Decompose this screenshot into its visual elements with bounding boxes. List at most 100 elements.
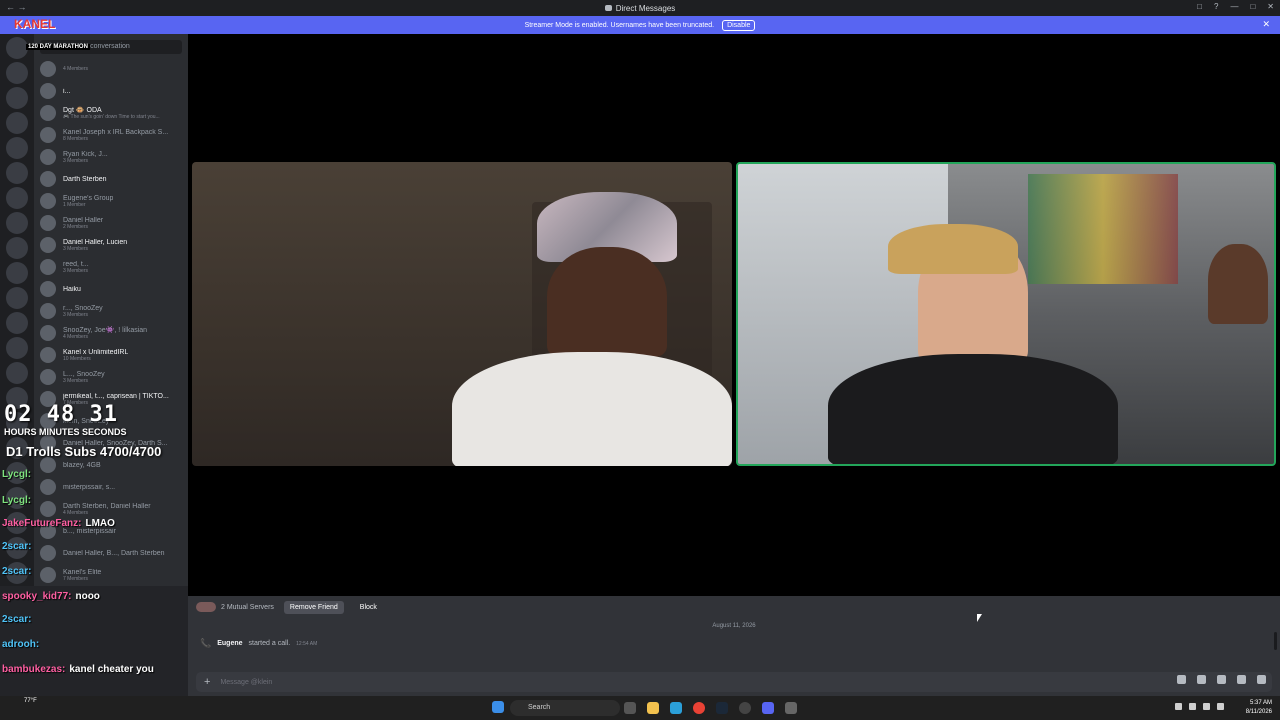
dm-name: Daniel Haller, Lucien [63,238,128,246]
maximize-button[interactable]: □ [1250,2,1255,11]
server-icon[interactable] [6,62,28,84]
dm-text: Darth Sterben [63,176,107,183]
dm-subtitle: 10 Members [63,355,91,362]
dm-text: r..., SnooZey 3 Members [63,305,103,318]
attach-plus-icon[interactable]: + [204,676,210,688]
dm-list-item[interactable]: r..., SnooZey 3 Members [34,300,188,322]
chat-line: adrooh: [2,639,43,650]
file-explorer-icon[interactable] [647,702,659,714]
network-icon[interactable] [1189,703,1196,710]
dm-subtitle: 3 Members [63,157,89,164]
window-controls: □ ? — □ ✕ [1197,2,1274,11]
dm-list-item[interactable]: Daniel Haller, Lucien 3 Members [34,234,188,256]
dm-list-item[interactable]: Daniel Haller 2 Members [34,212,188,234]
video-tile-left[interactable] [192,162,732,466]
edge-icon[interactable] [670,702,682,714]
chat-scrollbar[interactable] [1274,632,1277,650]
dm-list-item[interactable]: Daniel Haller, B..., Darth Sterben [34,542,188,564]
dm-name: jermikeal, t..., caprisean | TIKTO... [63,392,169,400]
dm-list-item[interactable]: i... [34,80,188,102]
dm-list-item[interactable]: Kanel's Elite 7 Members [34,564,188,586]
server-icon[interactable] [6,187,28,209]
avatar [40,127,56,143]
dm-list-item[interactable]: Ryan Kick, J... 3 Members [34,146,188,168]
server-icon[interactable] [6,87,28,109]
video-tile-right[interactable] [736,162,1276,466]
chrome-icon[interactable] [693,702,705,714]
server-icon[interactable] [6,212,28,234]
dm-text: Kanel's Elite 7 Members [63,569,101,582]
person-face-left [547,247,667,357]
dm-name: SnooZey, Joe👾, ! lilkasian [63,327,148,334]
close-window-button[interactable]: ✕ [1267,2,1274,11]
dm-icon [604,5,612,11]
dm-text: Haiku [63,286,81,293]
dm-subtitle: 3 Members [63,267,89,274]
emoji-icon[interactable] [1237,675,1246,684]
server-icon[interactable] [6,112,28,134]
block-button[interactable]: Block [354,601,383,614]
avatar [40,369,56,385]
gift-icon[interactable] [1177,675,1186,684]
taskbar-search[interactable]: Search [510,700,620,716]
dm-list-item[interactable]: Eugene's Group 1 Member [34,190,188,212]
server-icon[interactable] [6,287,28,309]
server-icon[interactable] [6,312,28,334]
avatar [40,149,56,165]
chat-line: JakeFutureFanz: LMAO [2,518,115,529]
server-icon[interactable] [6,237,28,259]
server-icon[interactable] [6,37,28,59]
dm-list-item[interactable]: Darth Sterben, Daniel Haller 4 Members [34,498,188,520]
task-view-icon[interactable] [624,702,636,714]
taskbar-clock[interactable]: 5:37 AM 8/11/2026 [1246,699,1272,717]
message-input[interactable]: + Message @klein [196,672,1272,692]
help-icon[interactable]: ? [1214,2,1218,11]
server-icon[interactable] [6,162,28,184]
dm-list-item[interactable]: Haiku [34,278,188,300]
dm-list-item[interactable]: L..., SnooZey 3 Members [34,366,188,388]
nav-arrows[interactable]: ← → [6,2,27,12]
gif-icon[interactable] [1197,675,1206,684]
caller-name[interactable]: Eugene [217,640,242,647]
dm-subtitle: 4 Members [63,509,89,516]
dm-subtitle: 3 Members [63,245,89,252]
server-icon[interactable] [6,362,28,384]
minimize-button[interactable]: — [1230,2,1238,11]
inbox-icon[interactable]: □ [1197,2,1202,11]
battery-icon[interactable] [1217,703,1224,710]
disable-button[interactable]: Disable [722,19,756,31]
dm-list-item[interactable]: Kanel x UnlimitedIRL 10 Members [34,344,188,366]
server-icon[interactable] [6,262,28,284]
close-banner-icon[interactable]: ✕ [1262,19,1270,30]
avatar [40,347,56,363]
windows-start-icon[interactable] [492,701,504,713]
taskbar-apps [492,701,504,713]
date-divider: August 11, 2026 [712,623,756,629]
dm-subtitle: 3 Members [63,377,89,384]
dm-name: r..., SnooZey [63,304,103,312]
weather-widget[interactable]: 77°F [24,698,37,704]
apps-icon[interactable] [1257,675,1266,684]
dm-list-item[interactable]: Darth Sterben [34,168,188,190]
person-background [1208,244,1268,324]
mutual-servers-label[interactable]: 2 Mutual Servers [221,604,274,611]
sticker-icon[interactable] [1217,675,1226,684]
dm-list-item[interactable]: 4 Members [34,58,188,80]
server-icon[interactable] [6,137,28,159]
dm-list-item[interactable]: misterpissair, s... [34,476,188,498]
chevron-up-icon[interactable] [1175,703,1182,710]
dm-list-item[interactable]: SnooZey, Joe👾, ! lilkasian 4 Members [34,322,188,344]
remove-friend-button[interactable]: Remove Friend [283,600,344,614]
obs-icon[interactable] [739,702,751,714]
discord-icon[interactable] [762,702,774,714]
volume-icon[interactable] [1203,703,1210,710]
dm-list-item[interactable]: reed, t... 3 Members [34,256,188,278]
dm-text: Daniel Haller 2 Members [63,217,103,230]
dm-name: Eugene's Group [63,194,114,202]
steam-icon[interactable] [716,702,728,714]
dm-list-item[interactable]: Kanel Joseph x IRL Backpack S... 8 Member… [34,124,188,146]
dm-list-item[interactable]: Dgt 🐵 ODA 🎮 The sun's goin' down Time to … [34,102,188,124]
avatar [40,303,56,319]
app-icon[interactable] [785,702,797,714]
server-icon[interactable] [6,337,28,359]
